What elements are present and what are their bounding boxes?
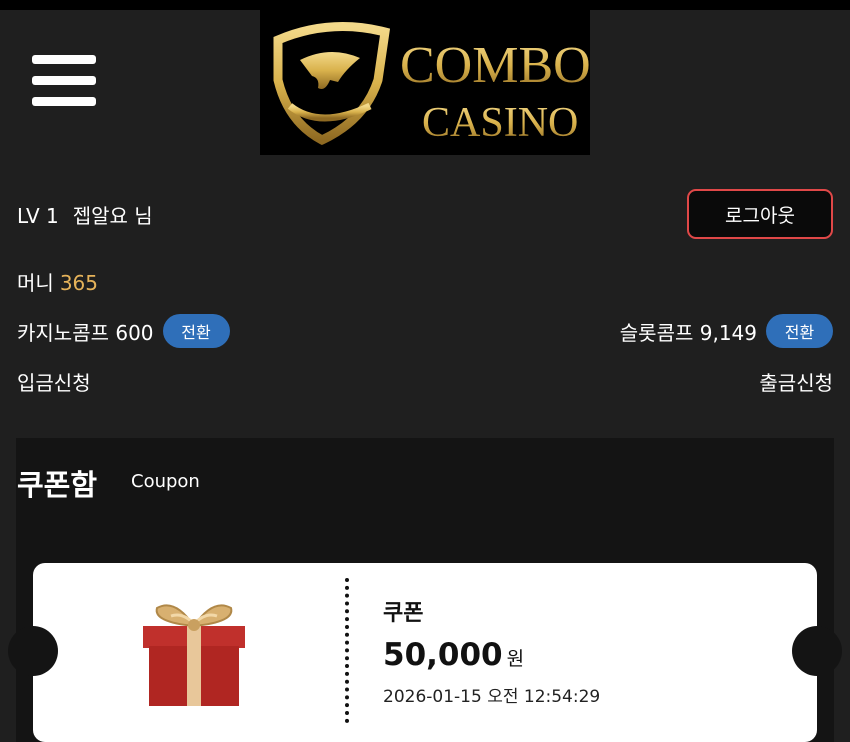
casino-comp: 카지노콤프 600 전환 xyxy=(17,314,230,348)
svg-text:COMBO: COMBO xyxy=(400,37,590,94)
hamburger-icon-bar xyxy=(32,97,96,106)
top-strip xyxy=(0,0,850,10)
slot-comp-convert-button[interactable]: 전환 xyxy=(766,314,833,348)
gift-box-icon xyxy=(135,588,253,714)
slot-comp-label: 슬롯콤프 9,149 xyxy=(619,320,757,345)
user-level: LV 1 xyxy=(17,204,59,228)
deposit-request-link[interactable]: 입금신청 xyxy=(17,367,91,396)
ticket-perforation xyxy=(345,578,349,723)
coupon-date: 2026-01-15 오전 12:54:29 xyxy=(383,687,601,707)
money-value: 365 xyxy=(59,271,98,295)
money-label: 머니 xyxy=(17,271,54,295)
svg-text:CASINO: CASINO xyxy=(422,100,578,146)
user-name: 젭알요 님 xyxy=(72,204,153,228)
coupon-box-subtitle: Coupon xyxy=(131,471,200,492)
slot-comp: 슬롯콤프 9,149 전환 xyxy=(620,314,833,348)
coupon-amount: 50,000 xyxy=(383,637,503,673)
shield-icon xyxy=(273,22,391,146)
hamburger-icon-bar xyxy=(32,76,96,85)
ticket-notch-right xyxy=(792,626,842,676)
withdraw-request-link[interactable]: 출금신청 xyxy=(759,367,833,396)
money-row: 머니 365 xyxy=(17,267,833,296)
ticket-notch-left xyxy=(8,626,58,676)
coupon-unit: 원 xyxy=(506,648,525,670)
hamburger-icon-bar xyxy=(32,55,96,64)
coupon-amount-line: 50,000 원 xyxy=(383,637,524,673)
coupon-label: 쿠폰 xyxy=(383,601,424,626)
hamburger-menu-button[interactable] xyxy=(32,55,98,111)
coupon-box-title: 쿠폰함 xyxy=(17,468,98,502)
combo-casino-logo[interactable]: COMBO CASINO xyxy=(260,10,590,155)
logout-button[interactable]: 로그아웃 xyxy=(687,189,833,239)
casino-comp-label: 카지노콤프 600 xyxy=(17,320,154,345)
casino-comp-convert-button[interactable]: 전환 xyxy=(162,314,230,348)
